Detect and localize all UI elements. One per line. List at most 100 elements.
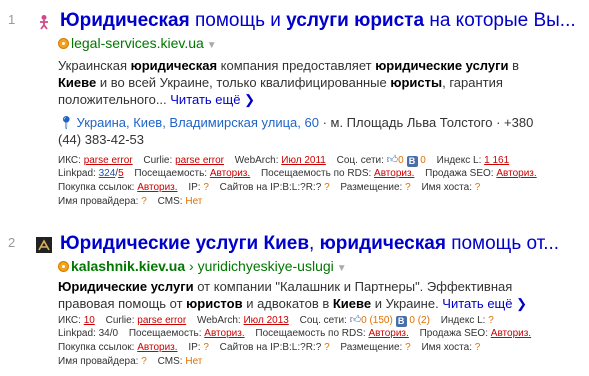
ip-value: ?: [203, 182, 209, 193]
visits-label: Посещаемость:: [128, 328, 202, 339]
webarchive-value[interactable]: Июл 2013: [243, 315, 288, 326]
result-snippet: Украинская юридическая компания предоста…: [58, 57, 528, 108]
snippet-part: юридическая: [130, 58, 218, 73]
snippet-part: юристов: [186, 296, 243, 311]
rds-visits-value[interactable]: Авториз.: [374, 168, 414, 179]
host-name-label: Имя хоста:: [421, 182, 472, 193]
linkpad-value[interactable]: 324: [99, 168, 116, 179]
curlie-label: Curlie:: [143, 155, 173, 166]
visits-value[interactable]: Авториз.: [210, 168, 250, 179]
seo-bar-row-2: Linkpad: 34/0 Посещаемость: Авториз. Пос…: [58, 328, 532, 339]
ip-sites-value: ?: [324, 182, 330, 193]
index-l-value[interactable]: 1 161: [484, 155, 509, 166]
url-line: legal-services.kiev.ua ▼: [58, 35, 217, 54]
provider-label: Имя провайдера:: [58, 356, 139, 367]
person-favicon-icon: [40, 15, 48, 30]
seo-bar-row-1: ИКС: parse error Curlie: parse error Web…: [58, 153, 509, 168]
linkpad-b-value[interactable]: 5: [118, 168, 124, 179]
rds-visits-label: Посещаемость по RDS:: [260, 168, 372, 179]
buy-links-label: Покупка ссылок:: [58, 182, 135, 193]
domain-link[interactable]: kalashnik.kiev.ua: [71, 258, 185, 274]
wot-rating-icon[interactable]: [58, 261, 69, 272]
breadcrumb-link[interactable]: yuridichyeskiye-uslugi: [198, 258, 334, 274]
title-part: юридическая: [319, 233, 446, 254]
address-line: 📍︎ Украина, Киев, Владимирская улица, 60 …: [58, 114, 538, 148]
result-title-link[interactable]: Юридические услуги Киев, юридическая пом…: [60, 233, 559, 255]
ip-label: IP:: [188, 182, 201, 193]
vk-icon[interactable]: B: [395, 316, 407, 327]
buy-links-label: Покупка ссылок:: [58, 342, 135, 353]
read-more-link[interactable]: Читать ещё ❯: [170, 92, 255, 107]
result-snippet: Юридические услуги от компании "Калашник…: [58, 278, 528, 312]
buy-links-value[interactable]: Авториз.: [137, 182, 177, 193]
social-label: Соц. сети:: [336, 155, 384, 166]
iks-value[interactable]: 10: [84, 315, 95, 326]
title-part: Юридическая: [60, 10, 190, 31]
wot-rating-icon[interactable]: [58, 38, 69, 49]
curlie-value[interactable]: parse error: [175, 155, 224, 166]
title-part: услуги юриста: [286, 10, 425, 31]
index-l-label: Индекс L:: [440, 315, 486, 326]
seo-sale-value[interactable]: Авториз.: [491, 328, 531, 339]
chevron-down-icon[interactable]: ▼: [207, 40, 217, 51]
snippet-part: в: [508, 58, 520, 73]
title-part: помощь и: [189, 10, 287, 31]
chevron-right-icon: ❯: [516, 296, 528, 311]
likes-value: 0 (150): [361, 315, 393, 326]
buy-links-value[interactable]: Авториз.: [137, 342, 177, 353]
host-name-label: Имя хоста:: [421, 342, 472, 353]
webarchive-label: WebArch:: [234, 155, 279, 166]
webarchive-label: WebArch:: [196, 315, 241, 326]
chevron-down-icon[interactable]: ▼: [337, 263, 347, 274]
host-name-value: ?: [474, 182, 481, 193]
iks-value[interactable]: parse error: [84, 155, 133, 166]
vk-icon[interactable]: B: [406, 156, 418, 167]
domain-bold: kalashnik.kiev.ua: [71, 258, 186, 274]
visits-label: Посещаемость:: [134, 168, 208, 179]
vk-value: 0 (2): [409, 315, 430, 326]
title-part: ,: [309, 233, 320, 254]
cms-label: CMS:: [157, 196, 183, 207]
rds-visits-label: Посещаемость по RDS:: [255, 328, 366, 339]
cms-value: Нет: [185, 356, 203, 367]
seo-bar-row-2: Linkpad: 324/5 Посещаемость: Авториз. По…: [58, 168, 537, 179]
thumbs-up-icon[interactable]: 👍︎: [350, 313, 362, 327]
ip-sites-label: Сайтов на IP:B:L:?R:?: [219, 182, 322, 193]
provider-value: ?: [141, 356, 147, 367]
curlie-label: Curlie:: [105, 315, 135, 326]
scales-favicon-icon: [36, 237, 52, 253]
linkpad-label: Linkpad:: [58, 328, 96, 339]
visits-value[interactable]: Авториз.: [204, 328, 244, 339]
curlie-value[interactable]: parse error: [137, 315, 186, 326]
snippet-part: Украинская: [58, 58, 131, 73]
social-label: Соц. сети:: [299, 315, 347, 326]
seo-bar-row-1: ИКС: 10 Curlie: parse error WebArch: Июл…: [58, 313, 494, 328]
seo-sale-value[interactable]: Авториз.: [496, 168, 536, 179]
snippet-part: юристы: [390, 75, 443, 90]
thumbs-up-icon[interactable]: 👍︎: [387, 153, 399, 167]
breadcrumb-separator: ›: [189, 258, 194, 274]
read-more-label: Читать ещё: [170, 92, 241, 107]
snippet-part: компания предоставляет: [217, 58, 376, 73]
result-title-link[interactable]: Юридическая помощь и услуги юриста на ко…: [60, 10, 576, 32]
linkpad-label: Linkpad:: [58, 168, 96, 179]
placement-label: Размещение:: [340, 342, 403, 353]
read-more-label: Читать ещё: [442, 296, 513, 311]
snippet-part: юридические услуги: [375, 58, 509, 73]
provider-label: Имя провайдера:: [58, 196, 139, 207]
title-part: помощь от...: [445, 233, 560, 254]
webarchive-value[interactable]: Июл 2011: [281, 155, 326, 166]
snippet-part: Киеве: [58, 75, 97, 90]
cms-value: Нет: [185, 196, 203, 207]
map-pin-icon: 📍︎: [58, 115, 75, 130]
rds-visits-value[interactable]: Авториз.: [368, 328, 408, 339]
linkpad-b-value: 0: [112, 328, 119, 339]
seo-bar-row-3: Покупка ссылок: Авториз. IP: ? Сайтов на…: [58, 181, 480, 195]
address-link[interactable]: Украина, Киев, Владимирская улица, 60: [77, 115, 319, 130]
index-l-label: Индекс L:: [436, 155, 482, 166]
read-more-link[interactable]: Читать ещё ❯: [442, 296, 527, 311]
domain-link[interactable]: legal-services.kiev.ua: [71, 35, 204, 51]
snippet-part: Киеве: [332, 296, 372, 311]
placement-value: ?: [405, 182, 411, 193]
placement-value: ?: [405, 342, 411, 353]
